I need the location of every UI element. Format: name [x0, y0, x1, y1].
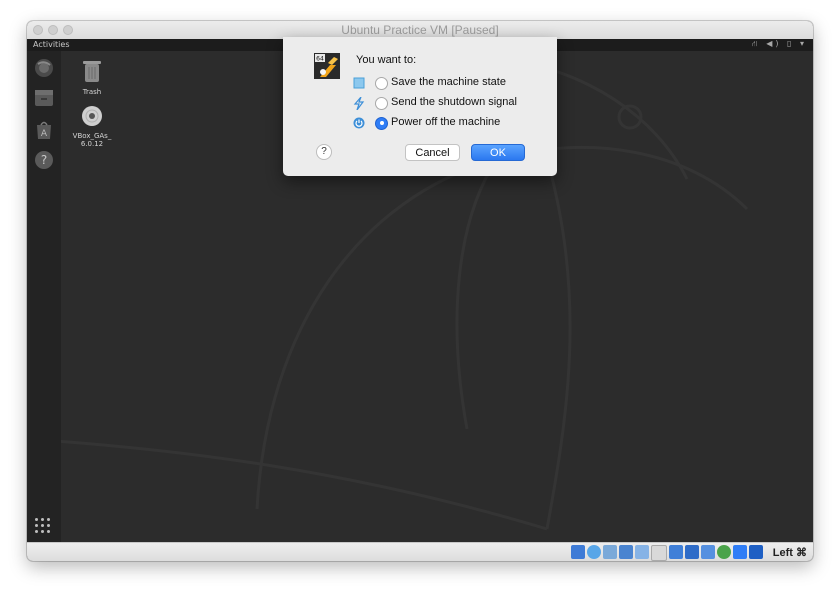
power-off-label: Power off the machine	[391, 116, 501, 128]
ok-button[interactable]: OK	[471, 144, 525, 161]
help-button[interactable]: ?	[316, 144, 332, 160]
power-icon	[352, 117, 365, 130]
activities-button[interactable]: Activities	[33, 40, 70, 49]
system-tray[interactable]: ⛙ ◀) ▯ ▾	[752, 39, 807, 49]
cancel-button[interactable]: Cancel	[405, 144, 460, 161]
shutdown-signal-label: Send the shutdown signal	[391, 96, 517, 108]
shared-folders-icon[interactable]	[651, 545, 667, 561]
close-vm-dialog: 64 You want to: Save the machine state S…	[283, 37, 557, 176]
recording-icon[interactable]	[701, 545, 715, 559]
show-applications-button[interactable]	[35, 518, 51, 534]
window-title: Ubuntu Practice VM [Paused]	[341, 23, 499, 37]
shutdown-signal-icon	[352, 96, 365, 110]
host-key-label: Left ⌘	[772, 547, 807, 559]
display-icon[interactable]	[669, 545, 683, 559]
vbox-disc-desktop-icon[interactable]: VBox_GAs_ 6.0.12	[71, 105, 113, 148]
network-icon[interactable]	[619, 545, 633, 559]
virtualbox-logo-icon: 64	[314, 53, 340, 79]
usb-icon[interactable]	[635, 545, 649, 559]
audio-icon[interactable]	[603, 545, 617, 559]
vbox-disc-label: VBox_GAs_ 6.0.12	[72, 132, 112, 148]
guest-dock: A ?	[27, 51, 61, 542]
mouse-integration-icon[interactable]	[733, 545, 747, 559]
storage-icon[interactable]	[571, 545, 585, 559]
shutdown-signal-radio[interactable]	[375, 96, 388, 110]
trash-label: Trash	[82, 88, 102, 96]
video-capture-icon[interactable]	[685, 545, 699, 559]
disc-icon	[82, 106, 102, 126]
status-icons	[571, 545, 763, 561]
vm-status-bar: Left ⌘	[27, 542, 813, 561]
svg-text:?: ?	[41, 153, 47, 167]
svg-text:A: A	[41, 129, 48, 139]
files-icon[interactable]	[33, 87, 55, 109]
save-state-radio[interactable]	[375, 76, 388, 90]
trash-desktop-icon[interactable]: Trash	[71, 59, 113, 96]
software-icon[interactable]: A	[33, 119, 55, 141]
save-state-icon	[352, 77, 365, 90]
logo-badge: 64	[316, 56, 324, 63]
power-off-radio[interactable]	[375, 116, 388, 130]
cpu-icon[interactable]	[717, 545, 731, 559]
dialog-prompt: You want to:	[356, 54, 417, 66]
firefox-icon[interactable]	[33, 57, 55, 79]
help-icon[interactable]: ?	[33, 149, 55, 171]
optical-icon[interactable]	[587, 545, 601, 559]
trash-icon	[83, 61, 101, 82]
save-state-label: Save the machine state	[391, 76, 506, 88]
keyboard-icon[interactable]	[749, 545, 763, 559]
